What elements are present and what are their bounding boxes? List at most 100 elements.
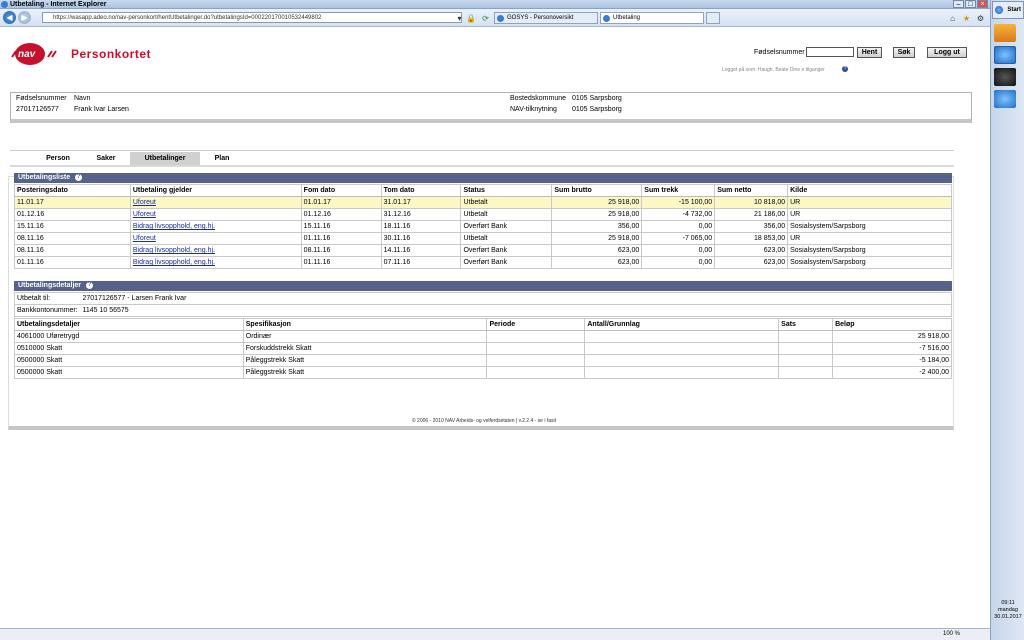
table-row[interactable]: 08.11.16 Bidrag livsopphold, eng.hj. 08.11… [14,244,952,257]
bankkonto-value: 1145 10 56575 [80,304,952,317]
tab-label: Utbetaling [613,15,641,21]
utbetalt-til-label: Utbetalt til: [14,292,81,305]
table-cell: 25 918,00 [551,232,643,245]
start-label: Start [1007,7,1021,13]
bankkonto-label: Bankkontonummer: [14,304,81,317]
table-cell: 30.11.16 [380,232,462,245]
table-row[interactable]: 15.11.16 Bidrag livsopphold, eng.hj. 15.11… [14,220,952,233]
table-cell: -7 516,00 [832,342,952,355]
start-button[interactable]: Start [992,1,1024,19]
column-header[interactable]: Tom dato [380,184,462,197]
column-header[interactable]: Posteringsdato [14,184,131,197]
table-cell: 18.11.16 [380,220,462,233]
table-cell [584,330,780,343]
table-cell [486,366,586,379]
maximize-button[interactable]: □ [965,0,976,8]
window-title: Utbetaling - Internet Explorer [10,1,107,8]
table-cell: UR [787,208,952,221]
tab-utbetaling[interactable]: Utbetaling [600,12,704,24]
column-header: Beløp [832,318,952,331]
settings-icon[interactable]: ⚙ [976,14,985,23]
tab-utbetalinger[interactable]: Utbetalinger [130,152,200,166]
utbetaling-link[interactable]: Bidrag livsopphold, eng.hj. [133,223,215,230]
column-header: Sats [778,318,834,331]
home-icon[interactable]: ⌂ [948,14,957,23]
table-cell: Utbetalt [460,196,553,209]
back-button[interactable]: ◀ [3,11,16,24]
ie-taskbar-icon-2[interactable] [994,90,1016,108]
utbetalt-til-value: 27017126577 - Larsen Frank Ivar [80,292,952,305]
table-cell: 0500000 Skatt [14,354,244,367]
column-header[interactable]: Kilde [787,184,952,197]
page-tabs: Person Saker Utbetalinger Plan [10,150,954,166]
utbetalingsdetaljer-header: Utbetalingsdetaljer? [14,281,952,291]
utbetalingsdetaljer-table: Utbetalingsdetaljer Spesifikasjon Periode A… [14,318,952,379]
lock-icon[interactable]: 🔒 [466,14,476,23]
close-window-button[interactable]: × [977,0,988,8]
column-header[interactable]: Sum brutto [551,184,643,197]
table-cell: 15.11.16 [14,220,131,233]
table-cell: Utbetalt [460,232,553,245]
table-cell: Sosialsystem/Sarpsborg [787,244,952,257]
tab-saker[interactable]: Saker [88,152,124,166]
address-bar[interactable]: https://wasapp.adeo.no/nav-personkort/he… [42,12,462,23]
table-row[interactable]: 01.12.16 Uforeut 01.12.16 31.12.16 Utbetalt 2… [14,208,952,221]
tab-gosys[interactable]: GOSYS - Personoversikt [494,12,598,24]
system-clock[interactable]: 09:11 mandag 30.01.2017 [992,600,1024,630]
sok-button[interactable]: Søk [893,47,915,58]
utbetaling-link[interactable]: Uforeut [133,235,156,242]
minimize-button[interactable]: – [953,0,964,8]
table-cell [778,342,834,355]
utbetaling-link[interactable]: Bidrag livsopphold, eng.hj. [133,259,215,266]
table-row[interactable]: 08.11.16 Uforeut 01.11.16 30.11.16 Utbetalt 2… [14,232,952,245]
utbetalingsliste-header: Utbetalingsliste? [14,173,952,183]
fnr-search-input[interactable] [806,47,854,57]
nav-tilknytning-value: 0105 Sarpsborg [572,106,622,113]
utbetaling-link[interactable]: Uforeut [133,199,156,206]
clock-day: mandag [998,607,1018,613]
help-icon[interactable]: ? [86,281,94,289]
logged-in-info: Logget på som: Haugh, Beate Dine e tilga… [722,67,825,73]
clock-date: 30.01.2017 [994,614,1022,620]
table-cell: Sosialsystem/Sarpsborg [787,220,952,233]
table-cell: -7 065,00 [641,232,716,245]
tab-person[interactable]: Person [38,152,78,166]
table-cell: -5 184,00 [832,354,952,367]
table-cell: 0,00 [641,244,716,257]
table-row[interactable]: 01.11.16 Bidrag livsopphold, eng.hj. 01.11… [14,256,952,269]
ie-taskbar-icon[interactable] [994,46,1016,64]
table-cell [778,330,834,343]
table-cell: 0,00 [641,256,716,269]
zoom-level[interactable]: 100 % [943,631,960,637]
tab-plan[interactable]: Plan [206,152,238,166]
table-cell: Overført Bank [460,244,553,257]
media-taskbar-icon[interactable] [994,68,1016,86]
table-cell: Bidrag livsopphold, eng.hj. [129,244,302,257]
logout-button[interactable]: Logg ut [927,47,967,58]
table-row: 4061000 Uføretrygd Ordinær 25 918,00 [14,330,952,343]
dropdown-icon[interactable]: ▾ [455,14,464,23]
hent-button[interactable]: Hent [857,47,882,58]
nav-tilknytning-label: NAV-tilknytning [510,106,557,113]
ie-icon [1,1,8,8]
table-cell: 14.11.16 [380,244,462,257]
column-header[interactable]: Status [460,184,553,197]
table-cell: Sosialsystem/Sarpsborg [787,256,952,269]
forward-button[interactable]: ▶ [18,11,31,24]
new-tab-button[interactable] [706,12,720,24]
column-header[interactable]: Fom dato [300,184,382,197]
outlook-taskbar-icon[interactable] [994,24,1016,42]
help-icon[interactable]: ? [75,173,83,181]
utbetaling-link[interactable]: Bidrag livsopphold, eng.hj. [133,247,215,254]
column-header[interactable]: Sum netto [714,184,789,197]
utbetaling-link[interactable]: Uforeut [133,211,156,218]
table-cell: 356,00 [714,220,789,233]
help-icon[interactable]: ? [842,66,848,72]
refresh-icon[interactable]: ⟳ [481,14,490,23]
table-row[interactable]: 11.01.17 Uforeut 01.01.17 31.01.17 Utbetalt 2… [14,196,952,209]
favorites-icon[interactable]: ★ [962,14,971,23]
column-header[interactable]: Sum trekk [641,184,716,197]
column-header[interactable]: Utbetaling gjelder [129,184,302,197]
person-summary: Fødselsnummer Navn 27017126577 Frank Iva… [10,92,972,123]
table-cell: 10 818,00 [714,196,789,209]
